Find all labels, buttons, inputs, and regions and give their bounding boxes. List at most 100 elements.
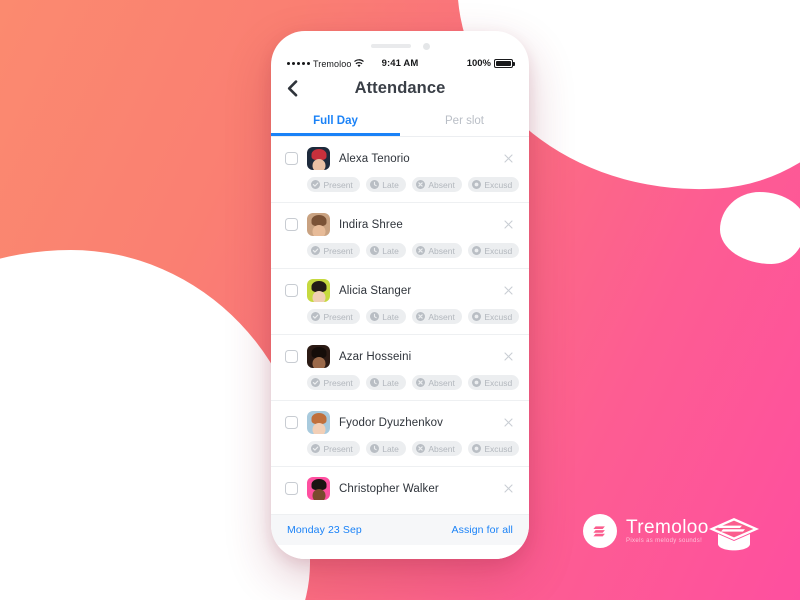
- close-x-icon[interactable]: [501, 284, 515, 298]
- wifi-icon: [354, 59, 365, 68]
- close-x-icon[interactable]: [501, 152, 515, 166]
- x-circle-icon: [415, 378, 425, 387]
- assign-all-button[interactable]: Assign for all: [451, 524, 513, 536]
- status-chip-absent[interactable]: Absent: [411, 177, 462, 192]
- tremoloo-logo-icon: [583, 514, 617, 548]
- battery-full-icon: [494, 59, 515, 68]
- page-title: Attendance: [354, 78, 446, 97]
- brand-lockup: Tremoloo Pixels as melody sounds!: [583, 514, 709, 548]
- status-chip-present[interactable]: Present: [307, 441, 360, 456]
- status-chip-late[interactable]: Late: [365, 375, 406, 390]
- status-chip-group: Present Late Absent Excusd: [285, 170, 520, 202]
- status-chip-present[interactable]: Present: [307, 309, 360, 324]
- table-row: Alicia Stanger Present Late Absent Excusd: [271, 269, 529, 335]
- table-row: Alexa Tenorio Present Late Absent Excusd: [271, 137, 529, 203]
- status-chip-late[interactable]: Late: [365, 243, 406, 258]
- graduation-cap-icon: [709, 518, 759, 551]
- clock-label: 9:41 AM: [381, 58, 419, 69]
- status-chip-group: Present Late Absent Excusd: [285, 368, 520, 400]
- student-name: Alexa Tenorio: [339, 152, 410, 165]
- phone-bottom-bezel: [271, 545, 529, 559]
- status-chip-label: Late: [382, 443, 399, 454]
- dot-circle-icon: [471, 444, 481, 453]
- status-chip-label: Present: [323, 311, 353, 322]
- status-chip-late[interactable]: Late: [365, 441, 406, 456]
- status-chip-label: Present: [323, 443, 353, 454]
- close-x-icon[interactable]: [501, 218, 515, 232]
- student-checkbox[interactable]: [285, 218, 298, 231]
- status-chip-label: Excusd: [484, 311, 513, 322]
- speaker-grille-icon: [370, 44, 411, 48]
- status-chip-label: Present: [323, 245, 353, 256]
- close-x-icon[interactable]: [501, 350, 515, 364]
- student-name: Fyodor Dyuzhenkov: [339, 416, 443, 429]
- status-bar-left: Tremoloo: [287, 59, 382, 69]
- status-chip-excusd[interactable]: Excusd: [467, 441, 520, 456]
- tab-per-slot[interactable]: Per slot: [400, 109, 529, 136]
- status-chip-label: Late: [382, 245, 399, 256]
- date-button[interactable]: Monday 23 Sep: [287, 524, 362, 536]
- student-checkbox[interactable]: [285, 350, 298, 363]
- student-checkbox[interactable]: [285, 482, 298, 495]
- student-name: Azar Hosseini: [339, 350, 412, 363]
- status-chip-excusd[interactable]: Excusd: [467, 177, 520, 192]
- status-chip-label: Excusd: [484, 443, 513, 454]
- carrier-label: Tremoloo: [312, 58, 352, 69]
- x-circle-icon: [415, 180, 425, 189]
- dot-circle-icon: [471, 180, 481, 189]
- status-chip-excusd[interactable]: Excusd: [467, 243, 520, 258]
- dot-circle-icon: [471, 246, 481, 255]
- status-bar: Tremoloo 9:41 AM 100%: [271, 53, 529, 71]
- table-row: Fyodor Dyuzhenkov Present Late Absent Excusd: [271, 401, 529, 467]
- status-chip-group: Present Late Absent Excusd: [285, 236, 520, 268]
- table-row: Azar Hosseini Present Late Absent Excusd: [271, 335, 529, 401]
- background-blob-bottom-left: [0, 250, 310, 600]
- status-chip-excusd[interactable]: Excusd: [467, 309, 520, 324]
- status-chip-label: Late: [382, 179, 399, 190]
- clock-icon: [369, 312, 379, 321]
- close-x-icon[interactable]: [501, 482, 515, 496]
- student-attendance-list: Alexa Tenorio Present Late Absent Excusd Indi…: [271, 137, 529, 514]
- student-row-header: Azar Hosseini: [285, 345, 515, 368]
- avatar: [307, 279, 330, 302]
- avatar: [307, 411, 330, 434]
- status-chip-absent[interactable]: Absent: [411, 375, 462, 390]
- brand-text: Tremoloo Pixels as melody sounds!: [626, 518, 709, 544]
- status-chip-late[interactable]: Late: [365, 177, 406, 192]
- x-circle-icon: [415, 246, 425, 255]
- status-chip-absent[interactable]: Absent: [411, 243, 462, 258]
- x-circle-icon: [415, 444, 425, 453]
- status-chip-present[interactable]: Present: [307, 177, 360, 192]
- status-chip-late[interactable]: Late: [365, 309, 406, 324]
- table-row: Indira Shree Present Late Absent Excusd: [271, 203, 529, 269]
- student-checkbox[interactable]: [285, 152, 298, 165]
- close-x-icon[interactable]: [501, 416, 515, 430]
- student-row-header: Christopher Walker: [285, 477, 515, 500]
- student-row-header: Indira Shree: [285, 213, 515, 236]
- student-name: Christopher Walker: [339, 482, 439, 495]
- table-row: Christopher Walker: [271, 467, 529, 510]
- student-checkbox[interactable]: [285, 284, 298, 297]
- status-chip-present[interactable]: Present: [307, 375, 360, 390]
- dot-circle-icon: [471, 378, 481, 387]
- tab-full-day[interactable]: Full Day: [271, 109, 400, 136]
- clock-icon: [369, 444, 379, 453]
- student-checkbox[interactable]: [285, 416, 298, 429]
- status-chip-present[interactable]: Present: [307, 243, 360, 258]
- status-chip-excusd[interactable]: Excusd: [467, 375, 520, 390]
- student-row-header: Alicia Stanger: [285, 279, 515, 302]
- status-chip-label: Absent: [428, 179, 455, 190]
- signal-strength-icon: [287, 61, 310, 66]
- status-chip-absent[interactable]: Absent: [411, 309, 462, 324]
- check-circle-icon: [311, 378, 320, 387]
- footer-bar: Monday 23 Sep Assign for all: [271, 514, 529, 545]
- status-chip-absent[interactable]: Absent: [411, 441, 462, 456]
- status-chip-label: Present: [323, 179, 353, 190]
- status-chip-label: Late: [382, 311, 399, 322]
- background-dot-small: [241, 450, 264, 472]
- dot-circle-icon: [471, 312, 481, 321]
- battery-percent-label: 100%: [466, 58, 491, 69]
- status-chip-label: Late: [382, 377, 399, 388]
- clock-icon: [369, 246, 379, 255]
- phone-top-hardware: [271, 31, 529, 53]
